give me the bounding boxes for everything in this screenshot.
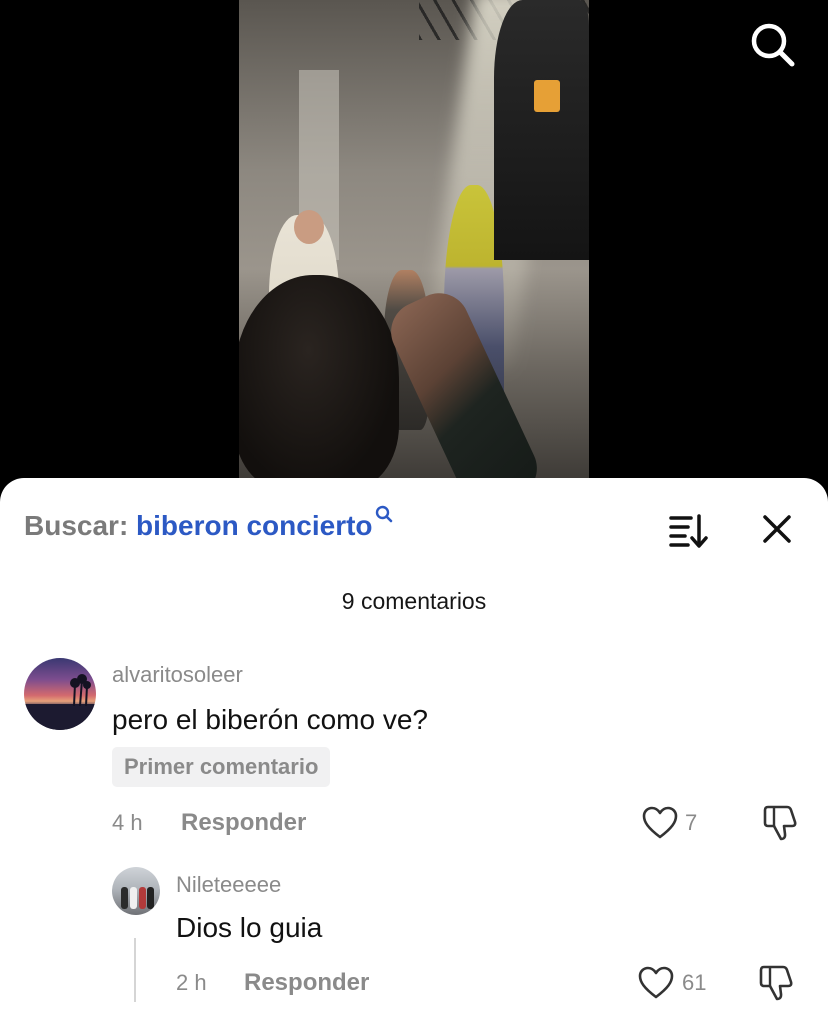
reply-button[interactable]: Responder — [181, 809, 306, 837]
heart-icon[interactable] — [642, 806, 678, 840]
avatar[interactable] — [24, 658, 96, 730]
performer-left-head — [294, 210, 324, 244]
search-label: Buscar: — [24, 510, 129, 541]
first-comment-badge: Primer comentario — [112, 747, 331, 787]
comment-time: 4 h — [112, 810, 143, 835]
drink-cup — [534, 80, 560, 112]
reply-username[interactable]: Nileteeeee — [176, 872, 281, 898]
search-icon[interactable] — [748, 20, 796, 68]
reply-text: Dios lo guia — [176, 912, 323, 943]
comment-text: pero el biberón como ve? — [112, 704, 428, 735]
comments-sheet: Buscar: biberon concierto 9 comentarios — [0, 478, 828, 1018]
dislike-icon[interactable] — [758, 964, 794, 1002]
like-count: 61 — [682, 970, 707, 995]
comment-search[interactable]: Buscar: biberon concierto — [24, 505, 393, 542]
heart-icon[interactable] — [638, 966, 674, 1000]
comment-count: 9 comentarios — [341, 588, 487, 614]
reply-button[interactable]: Responder — [244, 969, 369, 997]
performer-right — [494, 0, 589, 260]
video-player[interactable] — [0, 0, 828, 490]
avatar[interactable] — [112, 867, 160, 915]
audience-head — [239, 275, 399, 490]
thread-line — [134, 938, 136, 1002]
comment-username[interactable]: alvaritosoleer — [112, 662, 243, 688]
sort-icon[interactable] — [666, 508, 710, 552]
like-count: 7 — [685, 810, 698, 835]
dislike-icon[interactable] — [762, 804, 798, 842]
close-icon[interactable] — [756, 508, 798, 550]
search-term-link[interactable]: biberon concierto — [136, 510, 372, 541]
search-term-icon[interactable] — [375, 498, 393, 529]
reply-time: 2 h — [176, 970, 207, 995]
video-frame[interactable] — [239, 0, 589, 490]
